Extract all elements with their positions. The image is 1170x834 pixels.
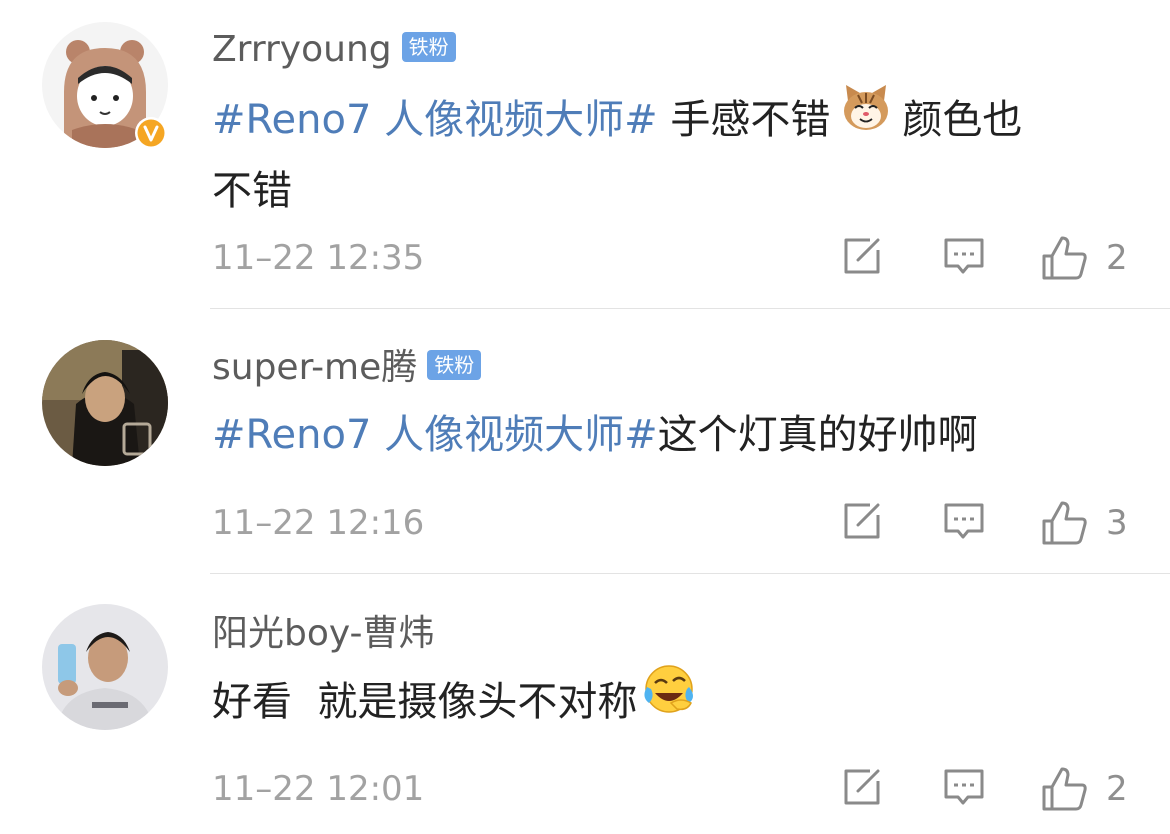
thumbs-up-icon xyxy=(1042,236,1087,280)
verified-icon xyxy=(134,116,168,150)
username[interactable]: 阳光boy-曹炜 xyxy=(212,612,435,656)
comment-content: #Reno7 人像视频大师# 手感不错 颜色也 不错 xyxy=(212,85,1112,224)
like-button[interactable]: 3 xyxy=(1040,499,1128,547)
comment-content: 好看 就是摄像头不对称 xyxy=(212,665,1112,740)
reply-button[interactable] xyxy=(942,234,986,278)
thumbs-up-icon xyxy=(1042,767,1087,811)
like-button[interactable]: 2 xyxy=(1040,765,1128,813)
timestamp: 11–22 12:01 xyxy=(212,769,425,809)
like-count: 2 xyxy=(1106,238,1128,278)
edit-icon xyxy=(844,503,880,539)
timestamp: 11–22 12:35 xyxy=(212,238,425,278)
share-button[interactable] xyxy=(840,234,884,278)
comment-icon xyxy=(944,238,984,274)
timestamp: 11–22 12:16 xyxy=(212,503,425,543)
thumbs-up-icon xyxy=(1042,501,1087,545)
comment-icon xyxy=(944,503,984,539)
divider xyxy=(210,308,1170,309)
edit-icon xyxy=(844,238,880,274)
like-button[interactable]: 2 xyxy=(1040,234,1128,282)
fan-badge: 铁粉 xyxy=(427,350,482,380)
share-button[interactable] xyxy=(840,499,884,543)
avatar[interactable] xyxy=(42,604,168,730)
share-button[interactable] xyxy=(840,765,884,809)
reply-button[interactable] xyxy=(942,499,986,543)
comment-icon xyxy=(944,769,984,805)
divider xyxy=(210,573,1170,574)
reply-button[interactable] xyxy=(942,765,986,809)
username[interactable]: Zrrryoung 铁粉 xyxy=(212,28,456,72)
edit-icon xyxy=(844,769,880,805)
fan-badge: 铁粉 xyxy=(401,32,456,62)
like-count: 2 xyxy=(1106,769,1128,809)
hashtag-link[interactable]: #Reno7 人像视频大师# xyxy=(212,97,658,143)
crying-laughing-emoji-icon xyxy=(641,663,697,735)
cat-face-emoji-icon xyxy=(840,81,892,153)
comment-content: #Reno7 人像视频大师#这个灯真的好帅啊 xyxy=(212,412,978,458)
username[interactable]: super-me腾 铁粉 xyxy=(212,346,482,390)
avatar[interactable] xyxy=(42,340,168,466)
like-count: 3 xyxy=(1106,503,1128,543)
hashtag-link[interactable]: #Reno7 人像视频大师# xyxy=(212,412,658,458)
